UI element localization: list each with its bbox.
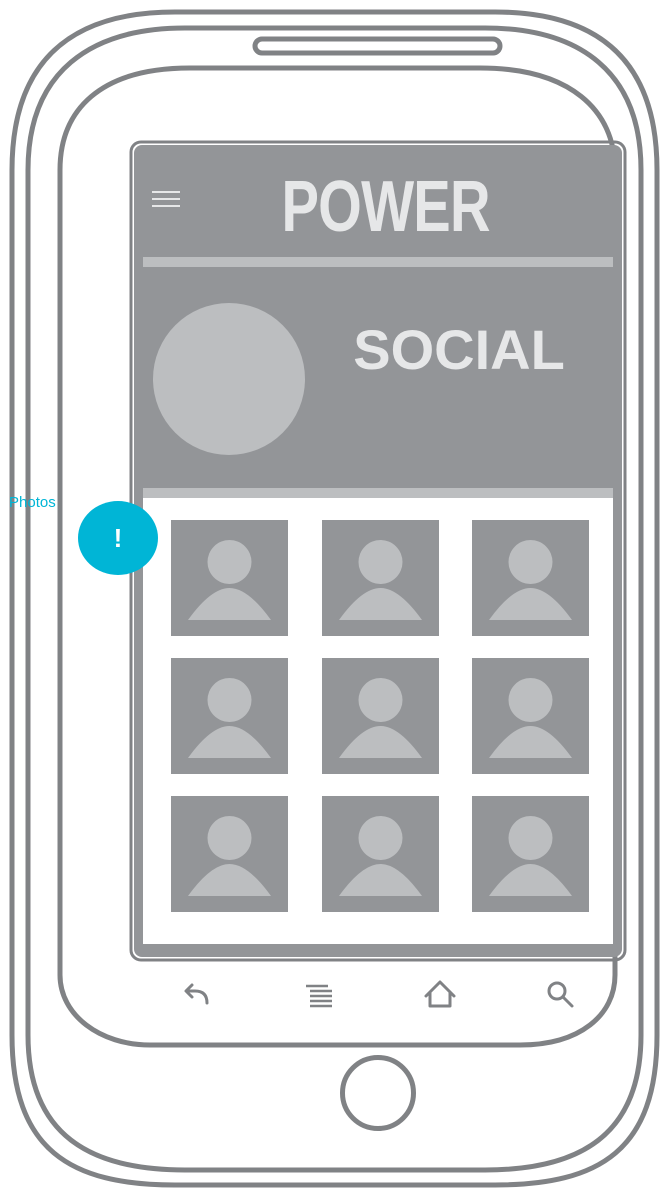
app-title: POWER [281, 167, 491, 247]
profile-avatar[interactable] [153, 303, 305, 455]
photo-thumbnail[interactable] [472, 796, 589, 912]
person-placeholder-icon [339, 816, 422, 896]
photo-thumbnail[interactable] [322, 658, 439, 774]
person-placeholder-icon [339, 540, 422, 620]
person-placeholder-icon [489, 678, 572, 758]
photo-thumbnail[interactable] [322, 796, 439, 912]
search-icon[interactable] [541, 975, 581, 1015]
hamburger-menu-icon[interactable] [152, 191, 180, 207]
photo-thumbnail[interactable] [171, 658, 288, 774]
person-placeholder-icon [339, 678, 422, 758]
hardware-home-button[interactable] [340, 1055, 416, 1131]
menu-list-icon[interactable] [300, 975, 340, 1015]
profile-name: SOCIAL [353, 318, 565, 381]
person-placeholder-icon [188, 540, 271, 620]
photo-thumbnail[interactable] [171, 796, 288, 912]
annotation-marker[interactable]: ! [78, 501, 158, 575]
person-placeholder-icon [188, 816, 271, 896]
photo-thumbnail[interactable] [171, 520, 288, 636]
annotation-label: Photos [9, 494, 56, 511]
header-divider [143, 257, 613, 267]
home-icon[interactable] [420, 975, 460, 1015]
photo-thumbnail[interactable] [472, 658, 589, 774]
photo-thumbnail[interactable] [322, 520, 439, 636]
person-placeholder-icon [489, 816, 572, 896]
photo-thumbnail[interactable] [472, 520, 589, 636]
person-placeholder-icon [188, 678, 271, 758]
person-placeholder-icon [489, 540, 572, 620]
app-screen: POWER SOCIAL [134, 145, 622, 957]
photos-grid [143, 498, 613, 944]
back-icon[interactable] [177, 975, 217, 1015]
profile-divider [143, 488, 613, 498]
